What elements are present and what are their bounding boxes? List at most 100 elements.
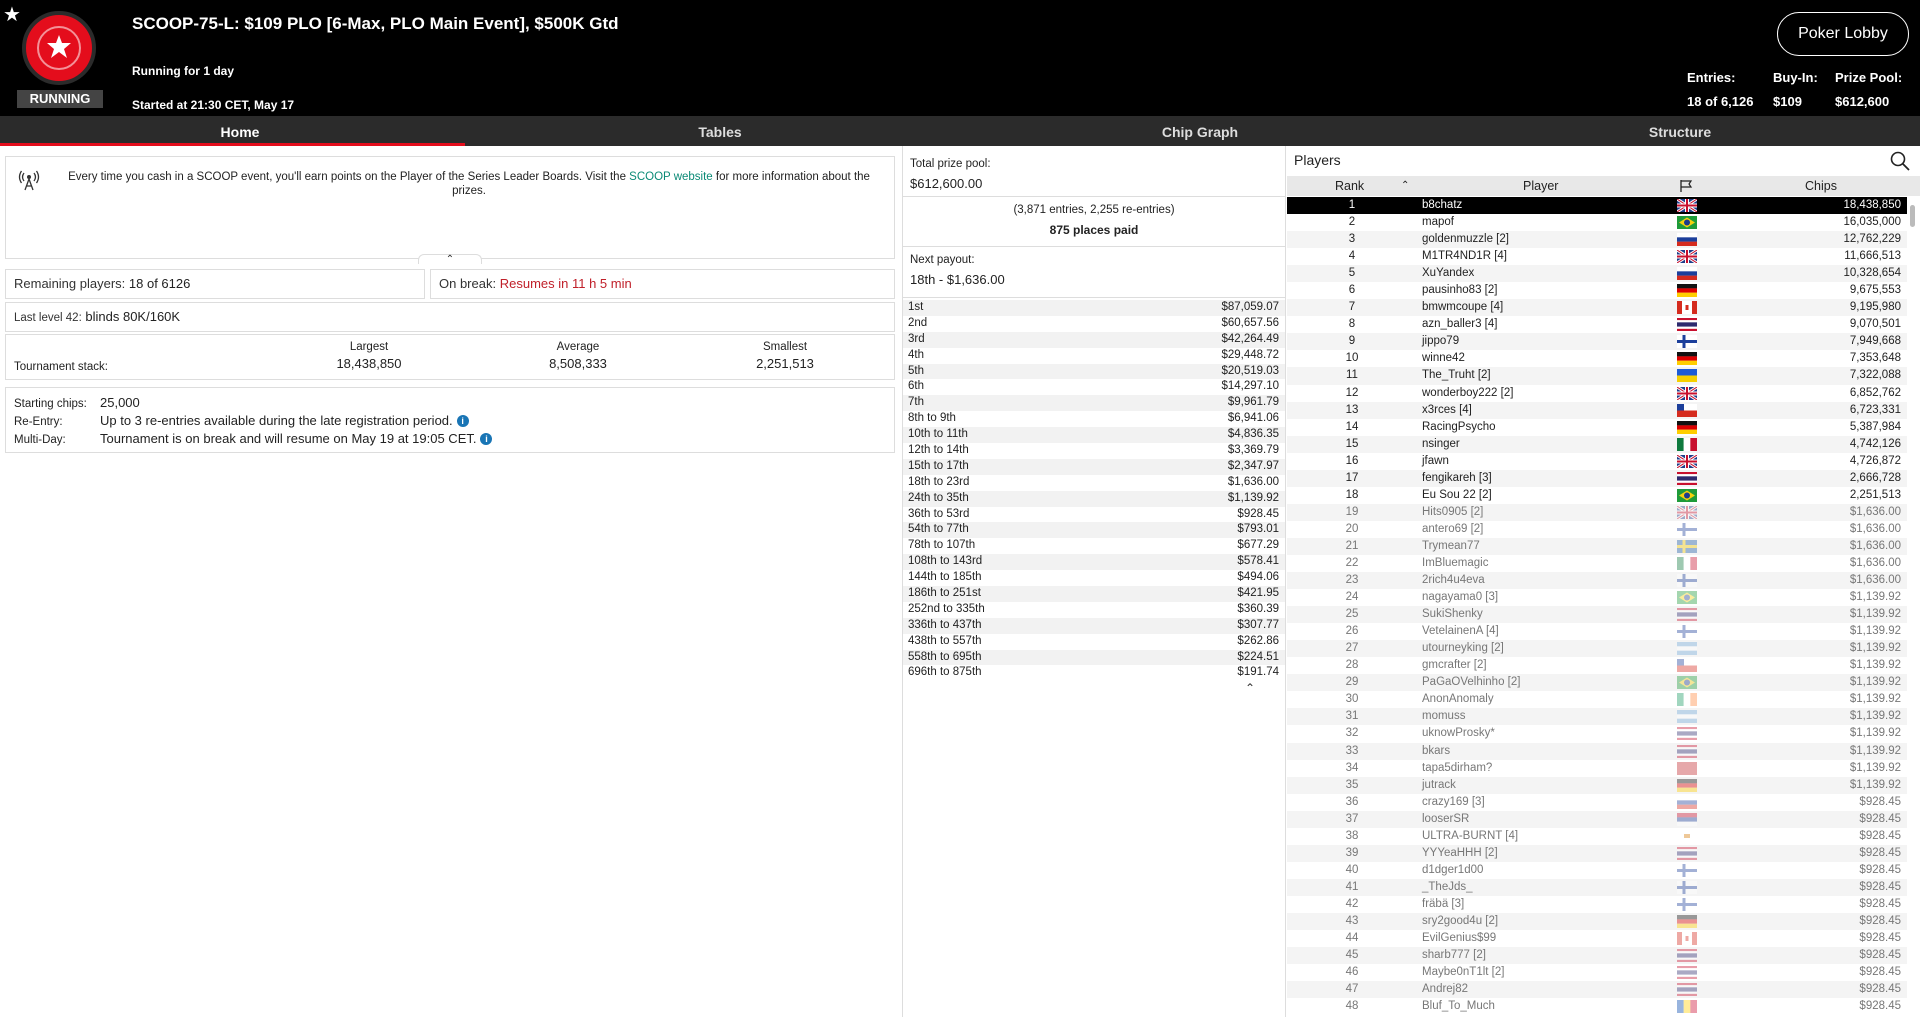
player-row[interactable]: 25 SukiShenky $1,139.92: [1287, 606, 1907, 624]
collapse-payouts-button[interactable]: ⌃: [1245, 681, 1255, 695]
player-chips: 4,726,872: [1849, 454, 1901, 467]
player-row[interactable]: 22 ImBluemagic $1,636.00: [1287, 555, 1907, 572]
break-label: On break:: [439, 276, 497, 291]
player-row[interactable]: 47 Andrej82 $928.45: [1287, 981, 1907, 999]
payout-amount: $42,264.49: [1221, 332, 1279, 345]
player-row[interactable]: 7 bmwmcoupe [4] 9,195,980: [1287, 299, 1907, 317]
collapse-info-button[interactable]: ⌃: [418, 254, 482, 265]
player-row[interactable]: 31 momuss $1,139.92: [1287, 708, 1907, 726]
player-rank: 27: [1345, 642, 1359, 655]
tab-tables[interactable]: Tables: [480, 116, 960, 146]
country-flag-icon: [1677, 1000, 1697, 1014]
player-row[interactable]: 15 nsinger 4,742,126: [1287, 435, 1907, 453]
player-row[interactable]: 21 Trymean77 $1,636.00: [1287, 537, 1907, 555]
poker-lobby-button[interactable]: Poker Lobby: [1777, 12, 1909, 56]
player-name: nagayama0 [3]: [1422, 591, 1499, 604]
player-row[interactable]: 4 M1TR4ND1R [4] 11,666,513: [1287, 248, 1907, 265]
player-row[interactable]: 42 fräbä [3] $928.45: [1287, 896, 1907, 913]
chips-column-header[interactable]: Chips: [1805, 176, 1837, 196]
payout-row: 5th $20,519.03: [903, 363, 1285, 380]
payout-table: 1st $87,059.07 2nd $60,657.56 3rd $42,264.49 4…: [903, 300, 1285, 681]
payout-row: 186th to 251st $421.95: [903, 586, 1285, 602]
player-chips: $928.45: [1859, 863, 1901, 876]
payout-place: 252nd to 335th: [908, 602, 985, 615]
player-row[interactable]: 12 wonderboy222 [2] 6,852,762: [1287, 385, 1907, 402]
sort-ascending-icon[interactable]: ⌃: [1401, 176, 1409, 196]
reentry-row: Re-Entry: Up to 3 re-entries available du…: [14, 412, 469, 430]
player-row[interactable]: 26 VetelainenA [4] $1,139.92: [1287, 623, 1907, 640]
player-column-header[interactable]: Player: [1523, 176, 1558, 196]
player-row[interactable]: 18 Eu Sou 22 [2] 2,251,513: [1287, 487, 1907, 504]
player-chips: 7,353,648: [1849, 352, 1901, 365]
player-row[interactable]: 29 PaGaOVelhinho [2] $1,139.92: [1287, 674, 1907, 692]
player-row[interactable]: 28 gmcrafter [2] $1,139.92: [1287, 657, 1907, 674]
player-row[interactable]: 46 Maybe0nT1lt [2] $928.45: [1287, 964, 1907, 981]
average-label: Average: [556, 341, 600, 353]
player-rank: 2: [1348, 216, 1356, 229]
player-row[interactable]: 39 YYYeaHHH [2] $928.45: [1287, 844, 1907, 862]
player-row[interactable]: 48 Bluf_To_Much $928.45: [1287, 998, 1907, 1015]
player-row[interactable]: 2 mapof 16,035,000: [1287, 214, 1907, 231]
player-row[interactable]: 30 AnonAnomaly $1,139.92: [1287, 691, 1907, 708]
player-rank: 23: [1345, 574, 1359, 587]
player-row[interactable]: 33 bkars $1,139.92: [1287, 742, 1907, 760]
player-row[interactable]: 27 utourneyking [2] $1,139.92: [1287, 640, 1907, 658]
player-row[interactable]: 32 uknowProsky* $1,139.92: [1287, 725, 1907, 742]
player-row[interactable]: 34 tapa5dirham? $1,139.92: [1287, 760, 1907, 777]
player-row[interactable]: 23 2rich4u4eva $1,636.00: [1287, 572, 1907, 590]
player-chips: $928.45: [1859, 1000, 1901, 1013]
player-row[interactable]: 37 looserSR $928.45: [1287, 810, 1907, 828]
player-row[interactable]: 17 fengikareh [3] 2,666,728: [1287, 469, 1907, 487]
tab-home[interactable]: Home: [0, 116, 480, 146]
player-row[interactable]: 41 _TheJds_ $928.45: [1287, 878, 1907, 896]
player-row[interactable]: 40 d1dger1d00 $928.45: [1287, 862, 1907, 879]
player-row[interactable]: 5 XuYandex 10,328,654: [1287, 265, 1907, 283]
player-row[interactable]: 35 jutrack $1,139.92: [1287, 776, 1907, 794]
player-row[interactable]: 14 RacingPsycho 5,387,984: [1287, 419, 1907, 436]
player-row[interactable]: 8 azn_baller3 [4] 9,070,501: [1287, 316, 1907, 333]
last-level-value: blinds 80K/160K: [85, 309, 181, 324]
player-row[interactable]: 11 The_Truht [2] 7,322,088: [1287, 367, 1907, 385]
player-row[interactable]: 43 sry2good4u [2] $928.45: [1287, 912, 1907, 931]
scoop-website-link[interactable]: SCOOP website: [629, 171, 713, 183]
player-row[interactable]: 45 sharb777 [2] $928.45: [1287, 947, 1907, 965]
player-row[interactable]: 10 winne42 7,353,648: [1287, 350, 1907, 367]
country-flag-icon: [1677, 352, 1697, 366]
country-flag-icon: [1677, 199, 1697, 212]
player-row[interactable]: 19 Hits0905 [2] $1,636.00: [1287, 503, 1907, 521]
player-row[interactable]: 9 jippo79 7,949,668: [1287, 333, 1907, 351]
multiday-info-icon[interactable]: i: [480, 433, 493, 445]
country-flag-icon: [1677, 608, 1697, 622]
entries-stat: Entries: 18 of 6,126: [1687, 70, 1754, 109]
rank-column-header[interactable]: Rank: [1335, 176, 1364, 196]
player-row[interactable]: 24 nagayama0 [3] $1,139.92: [1287, 589, 1907, 606]
favorite-star-icon[interactable]: ★: [3, 2, 21, 27]
player-row[interactable]: 36 crazy169 [3] $928.45: [1287, 794, 1907, 811]
player-row[interactable]: 6 pausinho83 [2] 9,675,553: [1287, 282, 1907, 299]
info-text-start: Every time you cash in a SCOOP event, yo…: [68, 171, 630, 183]
player-row[interactable]: 38 ULTRA-BURNT [4] $928.45: [1287, 828, 1907, 845]
player-row[interactable]: 1 b8chatz 18,438,850: [1287, 197, 1907, 215]
search-icon[interactable]: [1889, 150, 1911, 172]
tournament-title: SCOOP-75-L: $109 PLO [6-Max, PLO Main Ev…: [132, 14, 619, 33]
payout-row: 12th to 14th $3,369.79: [903, 443, 1285, 459]
tab-structure[interactable]: Structure: [1440, 116, 1920, 146]
player-row[interactable]: 16 jfawn 4,726,872: [1287, 453, 1907, 470]
player-rank: 17: [1345, 471, 1359, 484]
player-name: ULTRA-BURNT [4]: [1422, 829, 1519, 842]
country-flag-column-icon[interactable]: [1679, 179, 1693, 193]
starting-chips-label: Starting chips:: [14, 398, 87, 410]
last-level-box: Last level 42: blinds 80K/160K: [5, 302, 895, 332]
player-row[interactable]: 13 x3rces [4] 6,723,331: [1287, 401, 1907, 419]
payout-place: 10th to 11th: [908, 428, 968, 441]
player-row[interactable]: 3 goldenmuzzle [2] 12,762,229: [1287, 231, 1907, 249]
player-name: pausinho83 [2]: [1422, 284, 1498, 297]
player-row[interactable]: 20 antero69 [2] $1,636.00: [1287, 521, 1907, 538]
tab-chip-graph[interactable]: Chip Graph: [960, 116, 1440, 146]
players-scrollbar[interactable]: [1910, 205, 1915, 227]
player-chips: $928.45: [1859, 983, 1901, 996]
payout-amount: $9,961.79: [1227, 396, 1279, 409]
payout-row: 3rd $42,264.49: [903, 331, 1285, 348]
player-row[interactable]: 44 EvilGenius$99 $928.45: [1287, 930, 1907, 947]
reentry-info-icon[interactable]: i: [456, 415, 469, 427]
